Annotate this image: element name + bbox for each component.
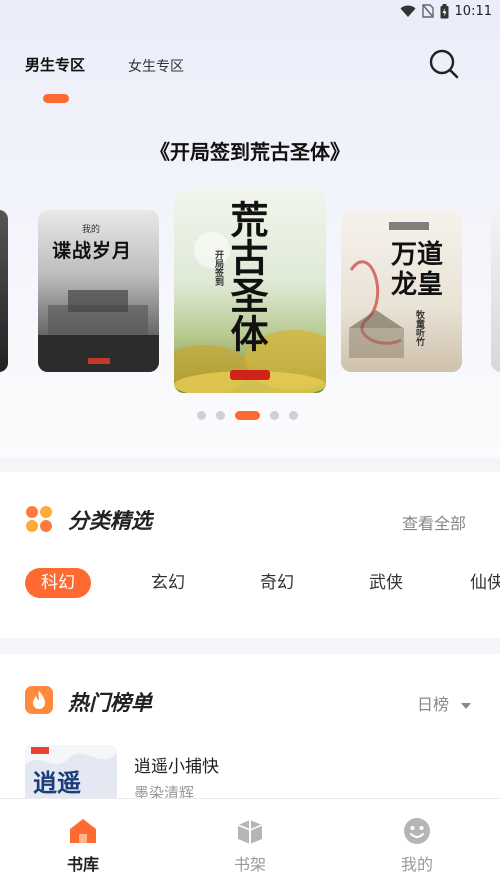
tab-male[interactable]: 男生专区	[25, 54, 85, 75]
nav-bookshelf[interactable]: 书架	[200, 799, 300, 890]
nav-profile-label: 我的	[400, 855, 433, 874]
carousel-dot[interactable]	[216, 411, 225, 420]
category-icon	[25, 505, 53, 533]
bottom-nav: 书库 书架 我的	[0, 798, 500, 890]
chip-scifi[interactable]: 科幻	[25, 568, 91, 598]
cover-left[interactable]: 我的 谍战岁月	[38, 210, 159, 372]
cover-left-title: 谍战岁月	[52, 240, 133, 262]
search-button[interactable]	[428, 48, 460, 80]
caret-down-icon	[461, 702, 472, 709]
bookshelf-icon	[237, 820, 263, 844]
profile-icon	[404, 818, 430, 844]
carousel-dot-active[interactable]	[235, 411, 260, 420]
cover-left-subtitle: 我的	[82, 225, 101, 235]
ranking-period-label: 日榜	[417, 695, 450, 714]
nav-library[interactable]: 书库	[33, 799, 133, 890]
tab-female[interactable]: 女生专区	[128, 56, 184, 76]
chip-xianxia[interactable]: 仙侠	[470, 568, 500, 598]
status-bar: 10:11	[0, 0, 500, 22]
no-sim-icon	[421, 4, 434, 18]
ranking-icon	[25, 686, 53, 714]
battery-icon	[440, 3, 449, 18]
tab-indicator	[43, 94, 69, 103]
ranking-title: 热门榜单	[68, 691, 152, 715]
rank-item-cover[interactable]: 逍遥	[25, 745, 117, 798]
home-icon	[70, 819, 96, 843]
chip-qihuan[interactable]: 奇幻	[252, 568, 302, 598]
nav-library-label: 书库	[66, 855, 99, 874]
cover-far-right[interactable]	[491, 210, 500, 372]
chip-wuxia[interactable]: 武侠	[361, 568, 411, 598]
category-section	[0, 472, 500, 638]
nav-bookshelf-label: 书架	[233, 855, 266, 874]
cover-right-title: 万道龙皇	[391, 240, 444, 300]
cover-center-title: 荒古圣体	[224, 200, 269, 352]
cover-center-subtitle: 开局签到	[213, 250, 223, 286]
cover-right[interactable]: 万道龙皇 牧童听竹	[341, 210, 462, 372]
cover-center[interactable]: 荒古圣体 开局签到	[174, 190, 326, 393]
rank-item-title[interactable]: 逍遥小捕快	[134, 752, 219, 777]
status-time: 10:11	[454, 3, 492, 19]
search-icon	[429, 49, 459, 79]
ranking-period-select[interactable]: 日榜	[417, 691, 472, 715]
category-title: 分类精选	[68, 509, 152, 533]
chip-xuanhuan[interactable]: 玄幻	[143, 568, 193, 598]
cover-far-left[interactable]	[0, 210, 8, 372]
carousel-dot[interactable]	[270, 411, 279, 420]
featured-book-title[interactable]: 《开局签到荒古圣体》	[0, 136, 500, 165]
nav-profile[interactable]: 我的	[367, 799, 467, 890]
cover-right-subtitle: 牧童听竹	[414, 310, 424, 346]
view-all-link[interactable]: 查看全部	[402, 510, 466, 534]
wifi-icon	[400, 5, 416, 17]
carousel-dot[interactable]	[289, 411, 298, 420]
carousel-indicator	[197, 411, 298, 420]
carousel-dot[interactable]	[197, 411, 206, 420]
rank-item-cover-title: 逍遥	[33, 768, 81, 797]
